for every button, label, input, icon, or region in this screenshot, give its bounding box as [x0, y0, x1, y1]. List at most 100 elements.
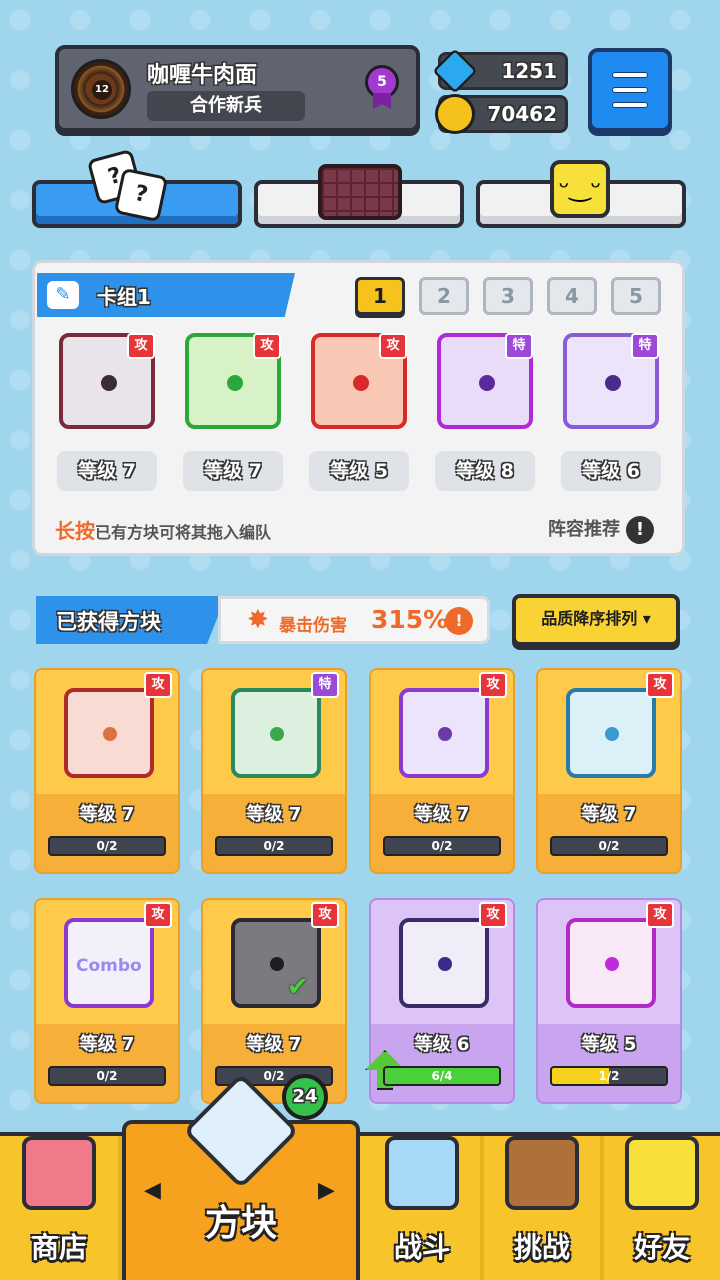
progress-text: 0/2 [598, 839, 620, 853]
gem-icon [432, 48, 478, 94]
rank-badge-icon[interactable]: 5 [365, 65, 401, 109]
deck-card[interactable]: 特 [437, 333, 533, 429]
shield-sword-icon [385, 1136, 459, 1210]
owned-card[interactable]: ✔ 攻 等级 7 0/2 [201, 898, 347, 1104]
progress-bar: 1/2 [550, 1066, 668, 1086]
die-pip [101, 375, 117, 391]
special-tag: 特 [311, 672, 339, 698]
card-level: 等级 7 [414, 804, 470, 825]
progress-text: 0/2 [263, 839, 285, 853]
deck-card[interactable]: 攻 [311, 333, 407, 429]
check-icon: ✔ [287, 972, 309, 1002]
card-level: 等级 7 [246, 1034, 302, 1055]
nav-friends-label: 好友 [633, 1231, 690, 1264]
player-name: 咖喱牛肉面 [147, 63, 258, 88]
nav-battle[interactable]: 战斗 [364, 1136, 480, 1280]
attack-tag: 攻 [479, 902, 507, 928]
shop-icon [22, 1136, 96, 1210]
profile-card[interactable]: 12 咖喱牛肉面 合作新兵 5 [55, 45, 420, 132]
card-level: 等级 5 [581, 1034, 637, 1055]
crit-label: 暴击伤害 [279, 616, 347, 636]
arrow-left-icon[interactable]: ◀ [144, 1178, 161, 1203]
die-pip [605, 727, 619, 741]
deck-card[interactable]: 攻 [59, 333, 155, 429]
attack-tag: 攻 [253, 333, 281, 359]
owned-title-bar: 已获得方块 [36, 596, 226, 644]
avatar[interactable]: 12 [71, 59, 131, 119]
die-pip [353, 375, 369, 391]
owned-card[interactable]: 攻 等级 7 0/2 [34, 668, 180, 874]
die-pip [438, 727, 452, 741]
gem-counter[interactable]: 1251 [432, 48, 568, 94]
signboard-icon [505, 1136, 579, 1210]
progress-text: 0/2 [96, 839, 118, 853]
hint-text: 已有方块可将其拖入编队 [95, 523, 272, 542]
progress-text: 0/2 [431, 839, 453, 853]
deck-card[interactable]: 攻 [185, 333, 281, 429]
die-pip [605, 375, 621, 391]
progress-text: 1/2 [598, 1069, 620, 1083]
progress-text: 0/2 [96, 1069, 118, 1083]
menu-button[interactable] [588, 48, 672, 132]
owned-card[interactable]: 攻 等级 5 1/2 [536, 898, 682, 1104]
owned-card[interactable]: 特 等级 7 0/2 [201, 668, 347, 874]
deck-number-2[interactable]: 2 [419, 277, 469, 315]
deck-card[interactable]: 特 [563, 333, 659, 429]
player-rank: 合作新兵 [147, 91, 305, 121]
special-tag: 特 [505, 333, 533, 359]
progress-bar: 0/2 [48, 836, 166, 856]
ribbon-icon [373, 93, 391, 109]
die-pip [270, 957, 284, 971]
nav-shop[interactable]: 商店 [0, 1136, 118, 1280]
attack-tag: 攻 [144, 902, 172, 928]
attack-tag: 攻 [127, 333, 155, 359]
deck-card-level: 等级 7 [57, 451, 157, 491]
owned-card[interactable]: Combo 攻 等级 7 0/2 [34, 898, 180, 1104]
die-pip [438, 957, 452, 971]
player-level: 12 [92, 80, 112, 100]
deck-card-level: 等级 5 [309, 451, 409, 491]
drag-hint: 长按已有方块可将其拖入编队 [55, 515, 271, 544]
card-level: 等级 6 [414, 1034, 470, 1055]
owned-card[interactable]: 攻 等级 6 6/4 [365, 898, 515, 1104]
deck-title-bar: ✎ 卡组1 [37, 273, 295, 317]
crit-damage-panel[interactable]: ✸ 暴击伤害 315% ! [218, 596, 490, 644]
nav-challenge[interactable]: 挑战 [484, 1136, 600, 1280]
progress-bar: 0/2 [48, 1066, 166, 1086]
die-pip [270, 727, 284, 741]
gold-counter[interactable]: 70462 [435, 94, 568, 134]
recommend-button[interactable]: 阵容推荐! [548, 515, 654, 544]
edit-icon[interactable]: ✎ [47, 281, 79, 309]
card-level: 等级 7 [79, 1034, 135, 1055]
arrow-right-icon[interactable]: ▶ [318, 1178, 335, 1203]
sort-dropdown[interactable]: 品质降序排列 ▾ [512, 594, 680, 646]
deck-number-3[interactable]: 3 [483, 277, 533, 315]
attack-tag: 攻 [379, 333, 407, 359]
hint-prefix: 长按 [55, 519, 95, 543]
deck-number-5[interactable]: 5 [611, 277, 661, 315]
attack-tag: 攻 [646, 902, 674, 928]
owned-title: 已获得方块 [56, 610, 161, 634]
progress-bar: 0/2 [550, 836, 668, 856]
nav-friends[interactable]: 好友 [604, 1136, 720, 1280]
die-pip [605, 957, 619, 971]
deck-number-1[interactable]: 1 [355, 277, 405, 315]
die-face: Combo [64, 918, 154, 1008]
attack-tag: 攻 [311, 902, 339, 928]
card-level: 等级 7 [581, 804, 637, 825]
attack-tag: 攻 [646, 672, 674, 698]
owned-card[interactable]: 攻 等级 7 0/2 [369, 668, 515, 874]
die-face [64, 688, 154, 778]
hamburger-icon [612, 87, 648, 93]
nav-challenge-label: 挑战 [513, 1231, 570, 1264]
progress-text: 6/4 [431, 1069, 453, 1083]
progress-text: 0/2 [263, 1069, 285, 1083]
chocolate-board-icon [318, 164, 402, 220]
deck-number-4[interactable]: 4 [547, 277, 597, 315]
owned-card[interactable]: 攻 等级 7 0/2 [536, 668, 682, 874]
crit-icon: ✸ [247, 605, 269, 635]
deck-title: 卡组1 [97, 285, 151, 309]
nav-battle-label: 战斗 [393, 1231, 450, 1264]
progress-bar: 0/2 [215, 836, 333, 856]
deck-card-level: 等级 6 [561, 451, 661, 491]
